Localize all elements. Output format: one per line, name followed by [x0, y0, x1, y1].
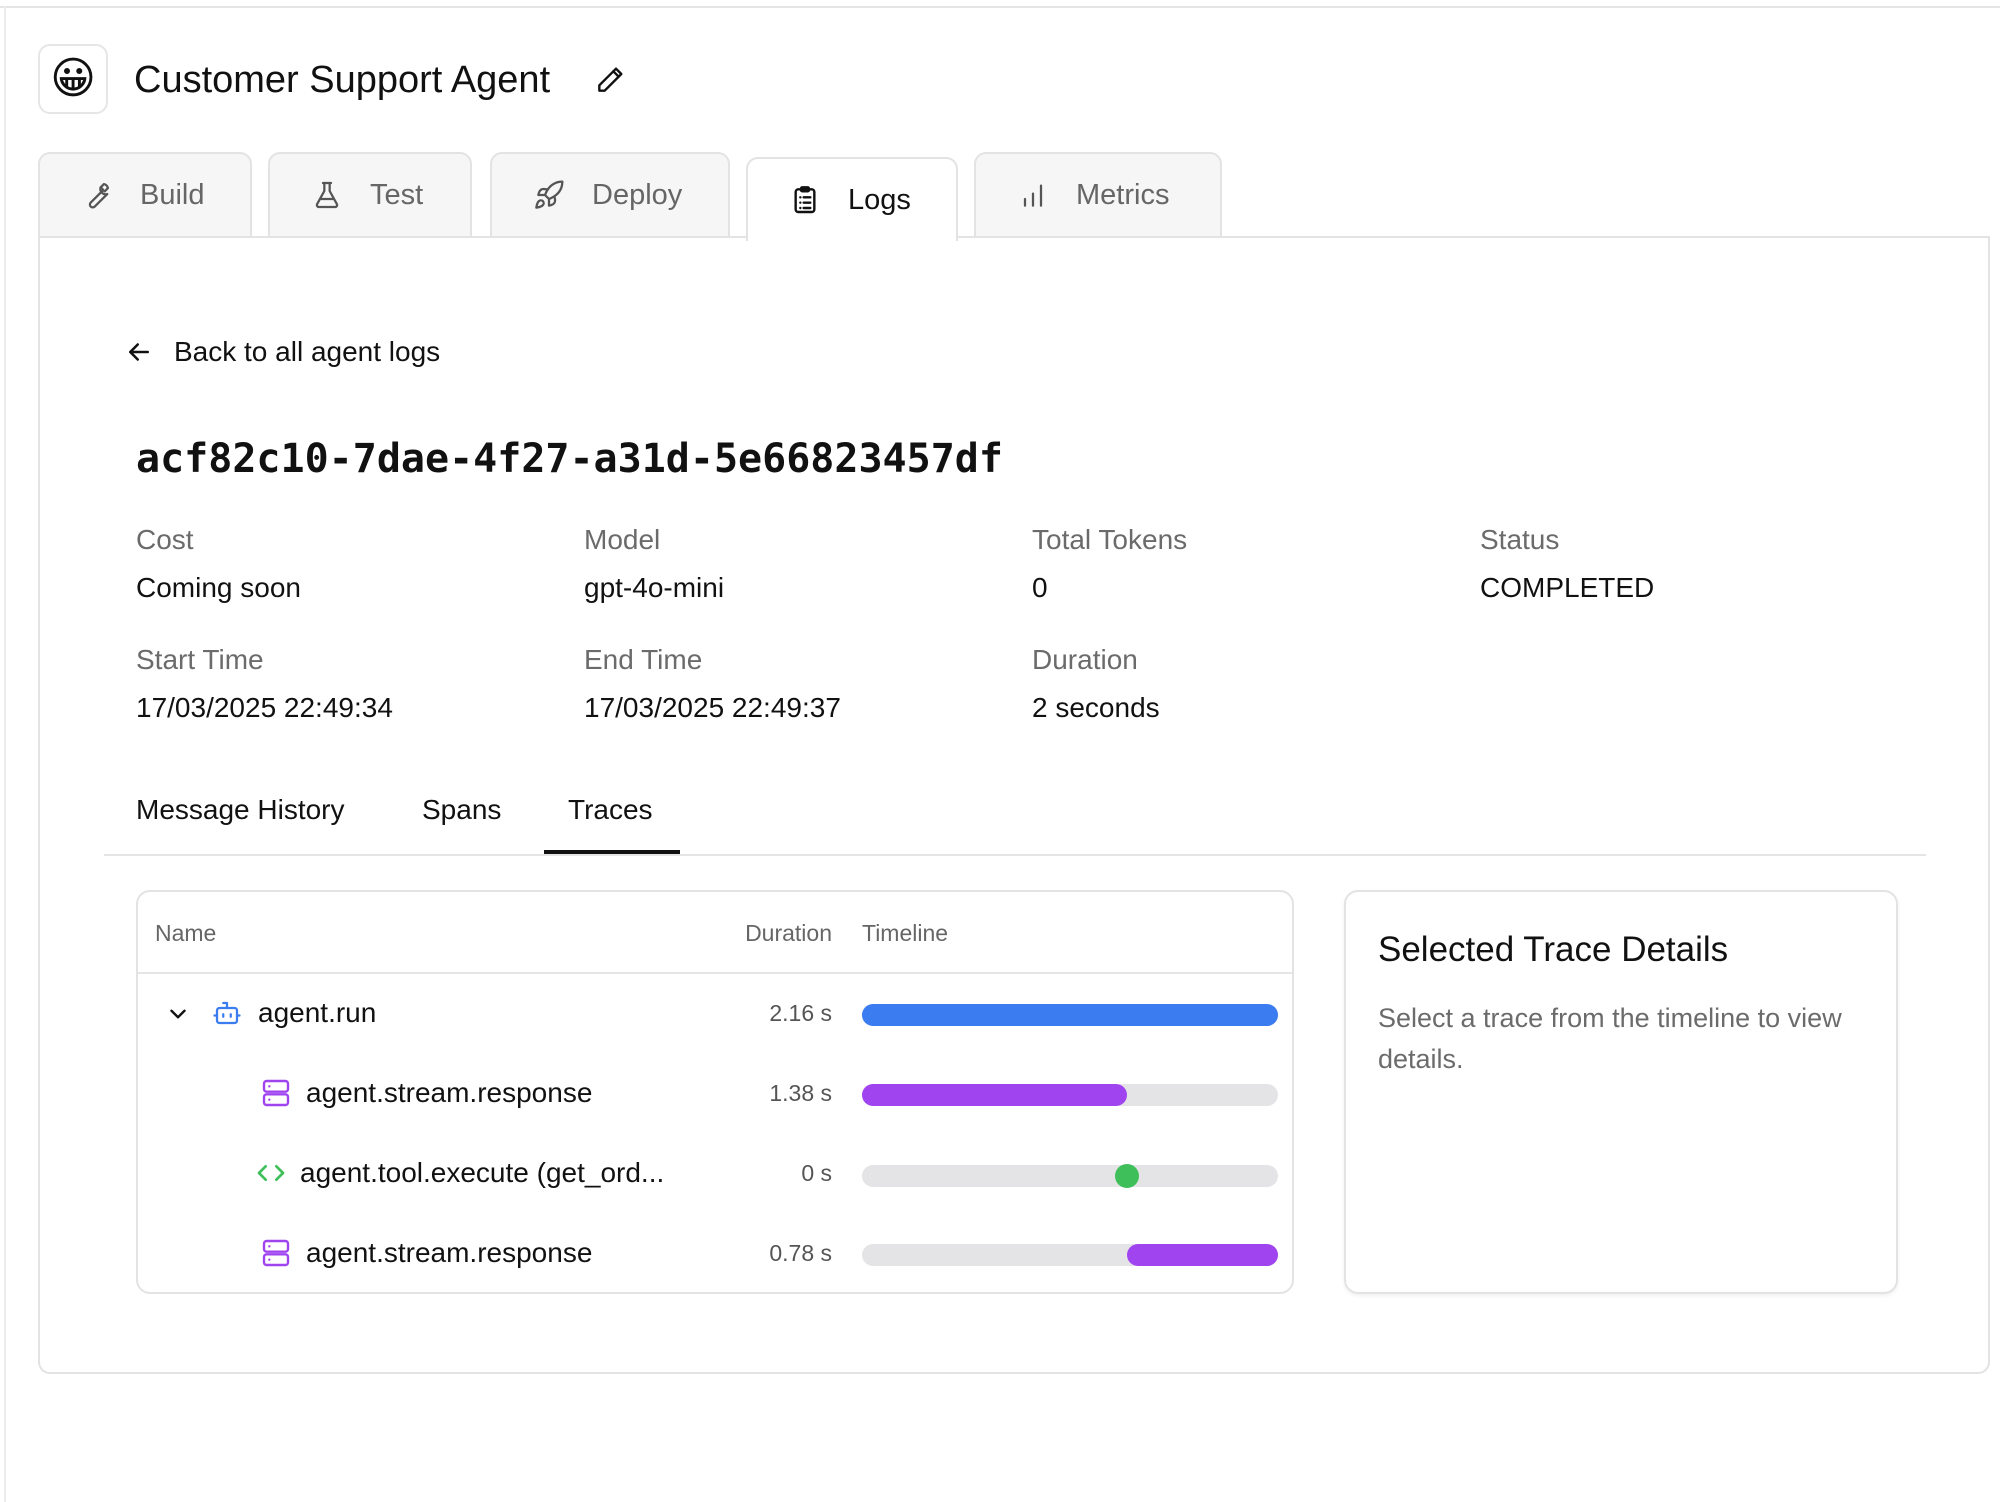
- code-icon: [254, 1156, 288, 1190]
- timeline-bar[interactable]: [862, 1004, 1278, 1026]
- window-top-border: [0, 6, 2000, 8]
- traces-table: Name Duration Timeline agent.run 2.16 s: [136, 890, 1294, 1294]
- trace-duration: 1.38 s: [769, 1080, 832, 1106]
- tab-label: Build: [140, 178, 205, 211]
- end-time-value: 17/03/2025 22:49:37: [584, 692, 841, 723]
- start-time-value: 17/03/2025 22:49:34: [136, 692, 393, 723]
- tab-metrics[interactable]: Metrics: [974, 152, 1222, 236]
- trace-name: agent.run: [258, 997, 377, 1028]
- tab-build[interactable]: Build: [38, 152, 252, 236]
- back-link-label: Back to all agent logs: [174, 336, 441, 367]
- trace-name: agent.stream.response: [306, 1077, 593, 1108]
- details-title: Selected Trace Details: [1378, 930, 1729, 969]
- timeline-track: [862, 1004, 1278, 1026]
- active-subtab-indicator: [544, 850, 680, 854]
- app-frame: 😀 Customer Support Agent Build Test Depl…: [0, 0, 2000, 1502]
- start-time-label: Start Time: [136, 644, 264, 675]
- subtab-divider: [104, 854, 1926, 856]
- trace-name: agent.tool.execute (get_ord...: [300, 1157, 665, 1188]
- selected-trace-details-card: Selected Trace Details Select a trace fr…: [1344, 890, 1898, 1294]
- duration-value: 2 seconds: [1032, 692, 1160, 723]
- subtab-traces[interactable]: Traces: [568, 794, 653, 826]
- chevron-down-icon[interactable]: [162, 998, 194, 1030]
- timeline-bar[interactable]: [862, 1084, 1127, 1106]
- tab-label: Deploy: [592, 178, 683, 211]
- column-header-timeline: Timeline: [862, 920, 949, 946]
- flask-icon: [310, 178, 344, 212]
- smiley-icon: 😀: [50, 54, 96, 103]
- trace-duration: 2.16 s: [769, 1000, 832, 1026]
- duration-label: Duration: [1032, 644, 1138, 675]
- pencil-icon: [598, 67, 623, 92]
- trace-row-tool-execute[interactable]: agent.tool.execute (get_ord... 0 s: [138, 1134, 1292, 1214]
- status-value: COMPLETED: [1480, 572, 1655, 603]
- tab-label: Logs: [848, 183, 911, 216]
- timeline-point[interactable]: [1114, 1164, 1139, 1188]
- model-label: Model: [584, 524, 661, 555]
- subtab-message-history[interactable]: Message History: [136, 794, 345, 826]
- column-header-duration: Duration: [745, 920, 832, 946]
- status-label: Status: [1480, 524, 1560, 555]
- end-time-label: End Time: [584, 644, 703, 675]
- trace-duration: 0.78 s: [769, 1240, 832, 1266]
- rocket-icon: [532, 178, 566, 212]
- trace-row-agent-run[interactable]: agent.run 2.16 s: [138, 974, 1292, 1054]
- column-header-name: Name: [155, 920, 217, 946]
- total-tokens-label: Total Tokens: [1032, 524, 1188, 555]
- window-left-border: [4, 6, 6, 1502]
- trace-id-heading: acf82c10-7dae-4f27-a31d-5e66823457df: [136, 436, 1003, 482]
- wrench-icon: [80, 178, 114, 212]
- tab-label: Test: [370, 178, 424, 211]
- arrow-left-icon: [124, 337, 154, 367]
- tab-logs[interactable]: Logs: [746, 157, 958, 241]
- details-placeholder-text: Select a trace from the timeline to view…: [1378, 1003, 1842, 1074]
- bar-chart-icon: [1016, 178, 1050, 212]
- model-value: gpt-4o-mini: [584, 572, 725, 603]
- edit-title-button[interactable]: [592, 62, 628, 98]
- agent-title: Customer Support Agent: [134, 59, 551, 101]
- bot-icon: [210, 996, 244, 1030]
- trace-duration: 0 s: [801, 1160, 832, 1186]
- agent-avatar: 😀: [38, 44, 108, 114]
- server-icon: [258, 1075, 294, 1111]
- timeline-track: [862, 1164, 1278, 1188]
- trace-row-stream-response[interactable]: agent.stream.response 1.38 s: [138, 1054, 1292, 1134]
- clipboard-icon: [788, 183, 822, 217]
- server-icon: [258, 1235, 294, 1271]
- tab-test[interactable]: Test: [268, 152, 472, 236]
- cost-value: Coming soon: [136, 572, 301, 603]
- trace-row-stream-response[interactable]: agent.stream.response 0.78 s: [138, 1214, 1292, 1294]
- timeline-track: [862, 1084, 1278, 1106]
- back-to-logs-link[interactable]: Back to all agent logs: [124, 330, 440, 374]
- timeline-track: [862, 1244, 1278, 1266]
- timeline-bar[interactable]: [1126, 1244, 1278, 1266]
- trace-name: agent.stream.response: [306, 1237, 593, 1268]
- tab-label: Metrics: [1076, 178, 1170, 211]
- subtab-spans[interactable]: Spans: [422, 794, 501, 826]
- tab-deploy[interactable]: Deploy: [490, 152, 730, 236]
- total-tokens-value: 0: [1032, 572, 1048, 603]
- cost-label: Cost: [136, 524, 194, 555]
